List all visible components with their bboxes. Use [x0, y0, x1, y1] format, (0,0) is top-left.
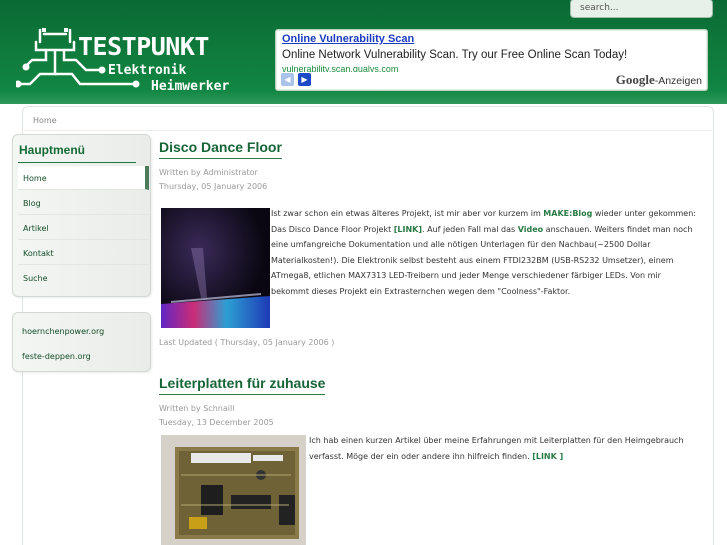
breadcrumb[interactable]: Home — [33, 116, 57, 125]
video-link[interactable]: Video — [518, 225, 543, 234]
body-text-3: . Auf jeden Fall mal das — [422, 224, 518, 234]
sidebar-item-suche[interactable]: Suche — [18, 266, 149, 290]
logo-title: TESTPUNKT — [78, 32, 209, 61]
search-input[interactable]: search... — [570, 0, 713, 18]
article-date: Tuesday, 13 December 2005 — [159, 418, 274, 427]
google-ads-label[interactable]: Google-Anzeigen — [616, 72, 702, 88]
sidebar-item-artikel[interactable]: Artikel — [18, 216, 149, 240]
article-date: Thursday, 05 January 2006 — [159, 182, 268, 191]
article-body-leiterplatten: Ich hab einen kurzen Artikel über meine … — [309, 433, 704, 464]
main-menu-title: Hauptmenü — [19, 143, 85, 157]
sidebar-item-home[interactable]: Home — [18, 166, 149, 190]
ad-text: Online Network Vulnerability Scan. Try o… — [282, 49, 628, 61]
disco-floor-image — [161, 208, 270, 328]
links-box: hoernchenpower.org feste-deppen.org — [12, 312, 151, 372]
logo-subtitle-1: Elektronik — [108, 63, 187, 78]
article-author: Written by Administrator — [159, 168, 258, 177]
main-menu-rule — [18, 162, 136, 163]
pcb-image — [161, 435, 306, 545]
sidebar-item-kontakt[interactable]: Kontakt — [18, 241, 149, 265]
body-text-1: Ich hab einen kurzen Artikel über meine … — [309, 436, 684, 461]
google-logo: Google — [615, 72, 655, 87]
ad-banner: Online Vulnerability Scan Online Network… — [275, 29, 708, 91]
article-link[interactable]: [LINK ] — [532, 452, 563, 461]
article-author: Written by Schnaill — [159, 404, 235, 413]
ad-title-link[interactable]: Online Vulnerability Scan — [282, 33, 414, 45]
make-blog-link[interactable]: MAKE:Blog — [543, 209, 592, 218]
ad-url-link[interactable]: vulnerability.scan.qualys.com — [282, 64, 398, 72]
ad-next-button[interactable]: ▶ — [298, 73, 311, 86]
site-logo[interactable]: TESTPUNKT Elektronik Heimwerker — [16, 28, 246, 98]
logo-subtitle-2: Heimwerker — [151, 79, 230, 94]
project-link[interactable]: [LINK] — [394, 225, 422, 234]
article-title-leiterplatten[interactable]: Leiterplatten für zuhause — [159, 375, 326, 395]
article-title-disco[interactable]: Disco Dance Floor — [159, 139, 282, 159]
ad-prev-button[interactable]: ◀ — [281, 73, 294, 86]
sidebar-item-blog[interactable]: Blog — [18, 191, 149, 215]
article-body-disco: Ist zwar schon ein etwas älteres Projekt… — [271, 206, 701, 299]
breadcrumb-divider — [24, 130, 712, 131]
link-feste-deppen[interactable]: feste-deppen.org — [22, 352, 91, 361]
main-menu: Hauptmenü Home Blog Artikel Kontakt Such… — [12, 134, 151, 297]
body-text-4: anschauen. Weiters findet man noch eine … — [271, 224, 693, 296]
chevron-right-icon: ▶ — [301, 75, 308, 84]
chevron-left-icon: ◀ — [284, 75, 291, 84]
link-hoernchenpower[interactable]: hoernchenpower.org — [22, 327, 104, 336]
body-text-1: Ist zwar schon ein etwas älteres Projekt… — [271, 209, 544, 218]
site-header: search... TESTPUNKT Elektronik Heimwerke… — [0, 0, 727, 104]
article-last-updated: Last Updated ( Thursday, 05 January 2006… — [159, 338, 335, 347]
ad-anzeigen-label: -Anzeigen — [654, 75, 702, 87]
